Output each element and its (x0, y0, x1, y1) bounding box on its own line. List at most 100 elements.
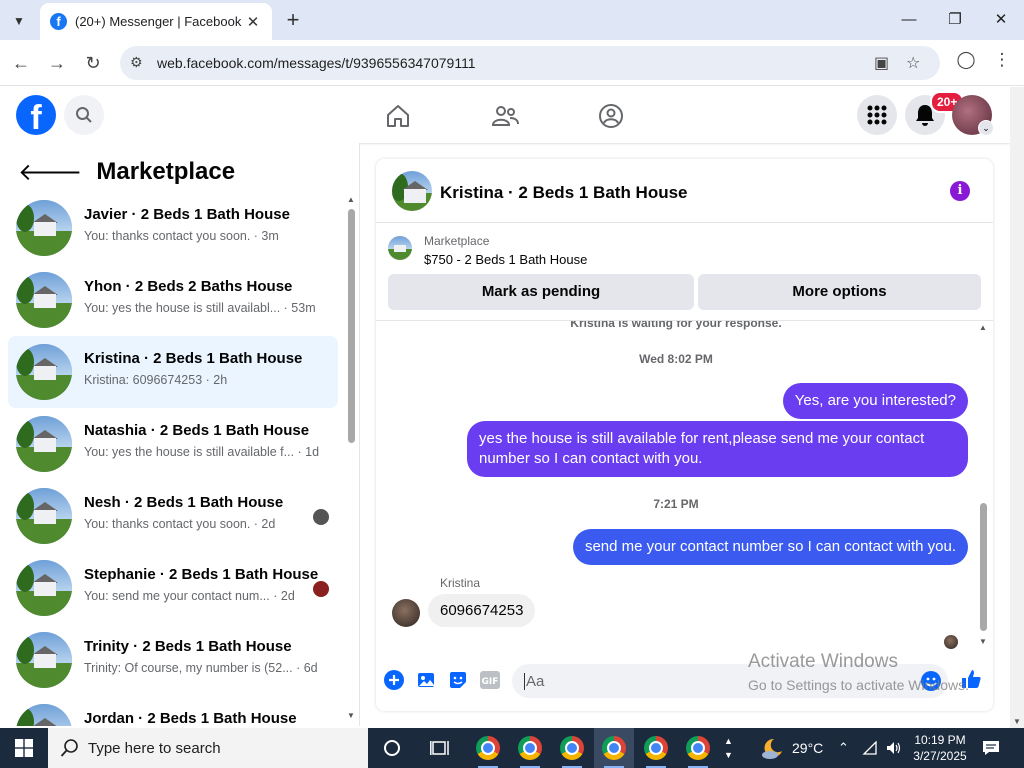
scrollbar-thumb[interactable] (348, 209, 355, 443)
close-window-button[interactable]: ✕ (986, 8, 1016, 32)
sidebar-title: Marketplace (96, 158, 236, 185)
like-button[interactable] (960, 668, 982, 690)
taskbar-search-placeholder: Type here to search (88, 740, 221, 757)
conversation-item[interactable]: Natashia · 2 Beds 1 Bath House You: yes t… (8, 408, 338, 480)
clock-date: 3/27/2025 (913, 749, 967, 763)
taskbar-chrome-window[interactable] (552, 728, 592, 768)
conversation-item[interactable]: Stephanie · 2 Beds 1 Bath House You: send… (8, 552, 338, 624)
outgoing-message[interactable]: send me your contact number so I can con… (572, 529, 968, 565)
scroll-up-icon[interactable]: ▲ (979, 323, 987, 332)
sticker-button[interactable] (447, 669, 469, 691)
tab-title: (20+) Messenger | Facebook (75, 14, 242, 29)
action-center-button[interactable] (982, 728, 1000, 768)
conversation-item[interactable]: Jordan · 2 Beds 1 Bath House (8, 696, 338, 726)
attach-photo-button[interactable] (415, 669, 437, 691)
conversation-list: Javier · 2 Beds 1 Bath House You: thanks … (8, 192, 338, 726)
cortana-button[interactable] (372, 728, 412, 768)
plus-circle-icon (384, 670, 404, 690)
listing-avatar[interactable] (392, 171, 432, 211)
more-options-button[interactable]: More options (698, 274, 981, 310)
weather-widget[interactable]: 29°C (760, 728, 823, 768)
install-app-icon[interactable]: ▣ (874, 53, 889, 73)
friends-nav-button[interactable] (490, 101, 520, 131)
network-icon[interactable] (862, 728, 878, 768)
back-arrow-icon[interactable]: 🡐 (18, 157, 82, 187)
taskbar-chrome-window[interactable] (636, 728, 676, 768)
photo-icon (418, 673, 434, 687)
groups-icon (599, 104, 623, 128)
search-icon (60, 739, 78, 757)
scroll-up-icon[interactable]: ▲ (347, 195, 355, 204)
facebook-favicon-icon: f (50, 13, 67, 30)
chevron-down-icon[interactable]: ⌄ (978, 120, 994, 136)
sidebar-scrollbar[interactable]: ▲ ▼ (347, 195, 356, 720)
conversation-item[interactable]: Kristina · 2 Beds 1 Bath House Kristina: … (8, 336, 338, 408)
listing-thumbnail[interactable] (388, 236, 412, 260)
address-url[interactable]: web.facebook.com/messages/t/939655634707… (157, 55, 476, 71)
new-tab-button[interactable]: + (282, 7, 304, 33)
tab-close-icon[interactable]: ✕ (244, 13, 262, 31)
outgoing-message[interactable]: Yes, are you interested? (782, 383, 968, 419)
message-composer: GIF Aa (376, 655, 993, 711)
volume-icon[interactable] (886, 728, 902, 768)
chat-title[interactable]: Kristina · 2 Beds 1 Bath House (440, 183, 688, 203)
chat-panel: Kristina · 2 Beds 1 Bath House i Marketp… (376, 159, 993, 711)
windows-taskbar: Type here to search ▲ ▼ 29°C ⌃ 10:19 PM 3… (0, 728, 1024, 768)
sender-avatar[interactable] (392, 599, 420, 627)
profile-icon[interactable]: ◯ (953, 50, 979, 70)
taskbar-scroll-arrows[interactable]: ▲ ▼ (724, 728, 733, 768)
bookmark-star-icon[interactable]: ☆ (906, 53, 920, 73)
show-hidden-icons-button[interactable]: ⌃ (838, 728, 849, 768)
conversation-item[interactable]: Nesh · 2 Beds 1 Bath House You: thanks co… (8, 480, 338, 552)
conversation-item[interactable]: Yhon · 2 Beds 2 Baths House You: yes the … (8, 264, 338, 336)
conversation-item[interactable]: Trinity · 2 Beds 1 Bath House Trinity: Of… (8, 624, 338, 696)
forward-button[interactable]: → (44, 50, 70, 76)
home-nav-button[interactable] (383, 101, 413, 131)
taskbar-chrome-window[interactable] (510, 728, 550, 768)
menu-button[interactable] (857, 95, 897, 135)
message-input[interactable]: Aa (512, 664, 948, 698)
marketplace-listing-bar: Marketplace $750 - 2 Beds 1 Bath House M… (376, 224, 993, 321)
taskbar-chrome-window[interactable] (678, 728, 718, 768)
reload-button[interactable]: ↻ (80, 50, 106, 76)
add-attachment-button[interactable] (383, 669, 405, 691)
browser-tab[interactable]: f (20+) Messenger | Facebook ✕ (40, 3, 272, 40)
taskbar-clock[interactable]: 10:19 PM 3/27/2025 (908, 732, 972, 764)
tab-search-button[interactable]: ▼ (6, 8, 32, 34)
mark-as-pending-button[interactable]: Mark as pending (388, 274, 694, 310)
groups-nav-button[interactable] (596, 101, 626, 131)
address-bar[interactable]: ⚙ web.facebook.com/messages/t/9396556347… (120, 46, 940, 80)
emoji-button[interactable] (920, 670, 942, 692)
taskbar-chrome-window[interactable] (468, 728, 508, 768)
info-icon[interactable]: i (950, 181, 970, 201)
notification-center-icon (983, 741, 999, 755)
taskbar-search-box[interactable]: Type here to search (48, 728, 368, 768)
minimize-button[interactable]: — (894, 8, 924, 32)
maximize-button[interactable]: ❐ (940, 8, 970, 32)
listing-thumbnail (16, 272, 72, 328)
facebook-logo-icon[interactable]: f (16, 95, 56, 135)
listing-price[interactable]: $750 - 2 Beds 1 Bath House (424, 252, 587, 267)
gif-button[interactable]: GIF (479, 669, 501, 691)
scroll-down-icon[interactable]: ▼ (1013, 717, 1021, 726)
scrollbar-thumb[interactable] (980, 503, 987, 631)
conversation-name: Kristina · 2 Beds 1 Bath House (84, 350, 303, 367)
scroll-down-icon[interactable]: ▼ (347, 711, 355, 720)
taskbar-chrome-window-active[interactable] (594, 728, 634, 768)
listing-thumbnail (16, 344, 72, 400)
page-scrollbar[interactable]: ▼ (1010, 87, 1024, 728)
site-info-icon[interactable]: ⚙ (130, 54, 143, 71)
back-button[interactable]: ← (8, 50, 34, 76)
facebook-search-button[interactable] (64, 95, 104, 135)
thumbs-up-icon (962, 670, 981, 688)
conversation-name: Nesh · 2 Beds 1 Bath House (84, 494, 284, 511)
start-button[interactable] (0, 728, 48, 768)
conversation-item[interactable]: Javier · 2 Beds 1 Bath House You: thanks … (8, 192, 338, 264)
task-view-button[interactable] (420, 728, 460, 768)
browser-menu-icon[interactable]: ⋮ (989, 50, 1015, 70)
scroll-down-icon[interactable]: ▼ (979, 637, 987, 646)
gif-icon: GIF (480, 671, 500, 689)
chat-scrollbar[interactable]: ▲ ▼ (978, 323, 988, 647)
outgoing-message[interactable]: yes the house is still available for ren… (467, 421, 968, 477)
incoming-message[interactable]: 6096674253 (428, 594, 536, 627)
